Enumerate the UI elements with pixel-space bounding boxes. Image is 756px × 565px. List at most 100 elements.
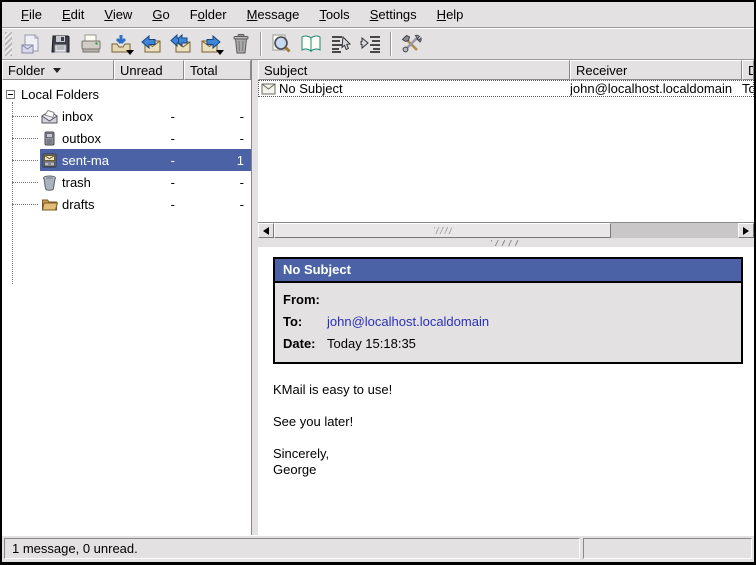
menu-help[interactable]: Help [428,4,473,25]
new-message-icon [20,33,42,55]
to-address-link[interactable]: john@localhost.localdomain [327,311,489,333]
trash-folder-icon [41,174,58,191]
body-paragraph: Sincerely, George [273,446,744,478]
message-envelope-icon [261,83,276,95]
folder-unread-count: - [115,109,183,124]
print-button[interactable] [77,31,105,57]
date-label: Date: [283,333,327,355]
previous-unread-icon [330,33,352,55]
folder-row-local-folders[interactable]: Local Folders [2,83,251,105]
print-icon [80,33,102,55]
new-message-button[interactable] [17,31,45,57]
folder-list-header: Folder Unread Total [2,60,251,80]
body-paragraph: KMail is easy to use! [273,382,744,398]
folder-row-drafts[interactable]: drafts - - [2,193,251,215]
menu-bar: File Edit View Go Folder Message Tools S… [2,2,754,28]
message-headers: From: To: john@localhost.localdomain Dat… [275,283,741,362]
sort-descending-icon [53,68,61,73]
date-value: Today 15:18:35 [327,333,416,355]
trash-icon [230,33,252,55]
message-body: KMail is easy to use! See you later! Sin… [273,382,744,478]
column-header-folder[interactable]: Folder [2,60,114,80]
folder-row-inbox[interactable]: inbox - - [2,105,251,127]
reply-all-icon [170,33,192,55]
folder-row-trash[interactable]: trash - - [2,171,251,193]
save-icon [50,33,72,55]
folder-row-outbox[interactable]: outbox - - [2,127,251,149]
main-area: Folder Unread Total Local Folders [2,60,754,535]
status-message-count: 1 message, 0 unread. [4,538,580,559]
column-header-subject[interactable]: Subject [258,60,570,80]
folder-name: inbox [62,109,111,124]
folder-total-count: 1 [187,153,251,168]
column-header-unread-label: Unread [120,63,163,78]
column-header-date-label: Date [748,63,754,78]
menu-edit[interactable]: Edit [53,4,93,25]
folder-total-count: - [187,175,251,190]
address-book-icon [300,33,322,55]
column-header-date[interactable]: Date [742,60,754,80]
check-mail-button[interactable] [107,31,135,57]
tree-line [12,160,38,161]
find-button[interactable] [267,31,295,57]
message-list-pane: Subject Receiver Date [258,60,754,238]
message-title-bar: No Subject [275,259,741,283]
reply-button[interactable] [137,31,165,57]
folder-total-count: - [187,197,251,212]
column-header-folder-label: Folder [8,63,45,78]
column-header-receiver[interactable]: Receiver [570,60,742,80]
message-preview-pane: No Subject From: To: john@localhost.loca… [258,247,754,535]
tree-line [12,116,38,117]
scrollbar-grip-icon [434,227,452,234]
dropdown-caret [126,50,134,55]
address-book-button[interactable] [297,31,325,57]
folder-unread-count: - [115,131,183,146]
menu-settings[interactable]: Settings [361,4,426,25]
body-paragraph: See you later! [273,414,744,430]
collapse-expander-icon[interactable] [6,90,15,99]
menu-file[interactable]: File [12,4,51,25]
reply-all-button[interactable] [167,31,195,57]
column-header-receiver-label: Receiver [576,63,627,78]
scrollbar-track[interactable] [611,223,738,238]
column-header-total-label: Total [190,63,217,78]
main-toolbar [2,28,754,60]
menu-go[interactable]: Go [143,4,178,25]
folder-total-count: - [187,131,251,146]
column-header-unread[interactable]: Unread [114,60,184,80]
drafts-folder-icon [41,196,58,213]
scrollbar-thumb[interactable] [274,223,611,238]
dropdown-caret [216,50,224,55]
menu-tools[interactable]: Tools [310,4,358,25]
folder-row-sent-mail[interactable]: sent-ma - 1 [2,149,251,171]
forward-button[interactable] [197,31,225,57]
tree-line [12,138,38,139]
previous-unread-button[interactable] [327,31,355,57]
folder-total-count: - [187,109,251,124]
menu-message[interactable]: Message [238,4,309,25]
find-icon [270,33,292,55]
to-label: To: [283,311,327,333]
horizontal-splitter[interactable] [258,238,754,247]
trash-button[interactable] [227,31,255,57]
next-unread-button[interactable] [357,31,385,57]
message-row[interactable]: No Subject john@localhost.localdomain To… [258,80,754,97]
configure-button[interactable] [397,31,425,57]
menu-view[interactable]: View [95,4,141,25]
tree-line [12,182,38,183]
message-list-header: Subject Receiver Date [258,60,754,80]
message-receiver: john@localhost.localdomain [570,81,742,96]
scroll-right-button[interactable] [738,223,754,238]
menu-folder[interactable]: Folder [181,4,236,25]
toolbar-grip[interactable] [5,32,12,56]
message-subject: No Subject [279,81,343,96]
folder-unread-count: - [115,197,183,212]
folder-name: drafts [62,197,111,212]
save-button[interactable] [47,31,75,57]
sent-mail-icon [41,152,58,169]
column-header-total[interactable]: Total [184,60,251,80]
outbox-icon [41,130,58,147]
folder-name: outbox [62,131,111,146]
inbox-icon [41,108,58,125]
scroll-left-button[interactable] [258,223,274,238]
